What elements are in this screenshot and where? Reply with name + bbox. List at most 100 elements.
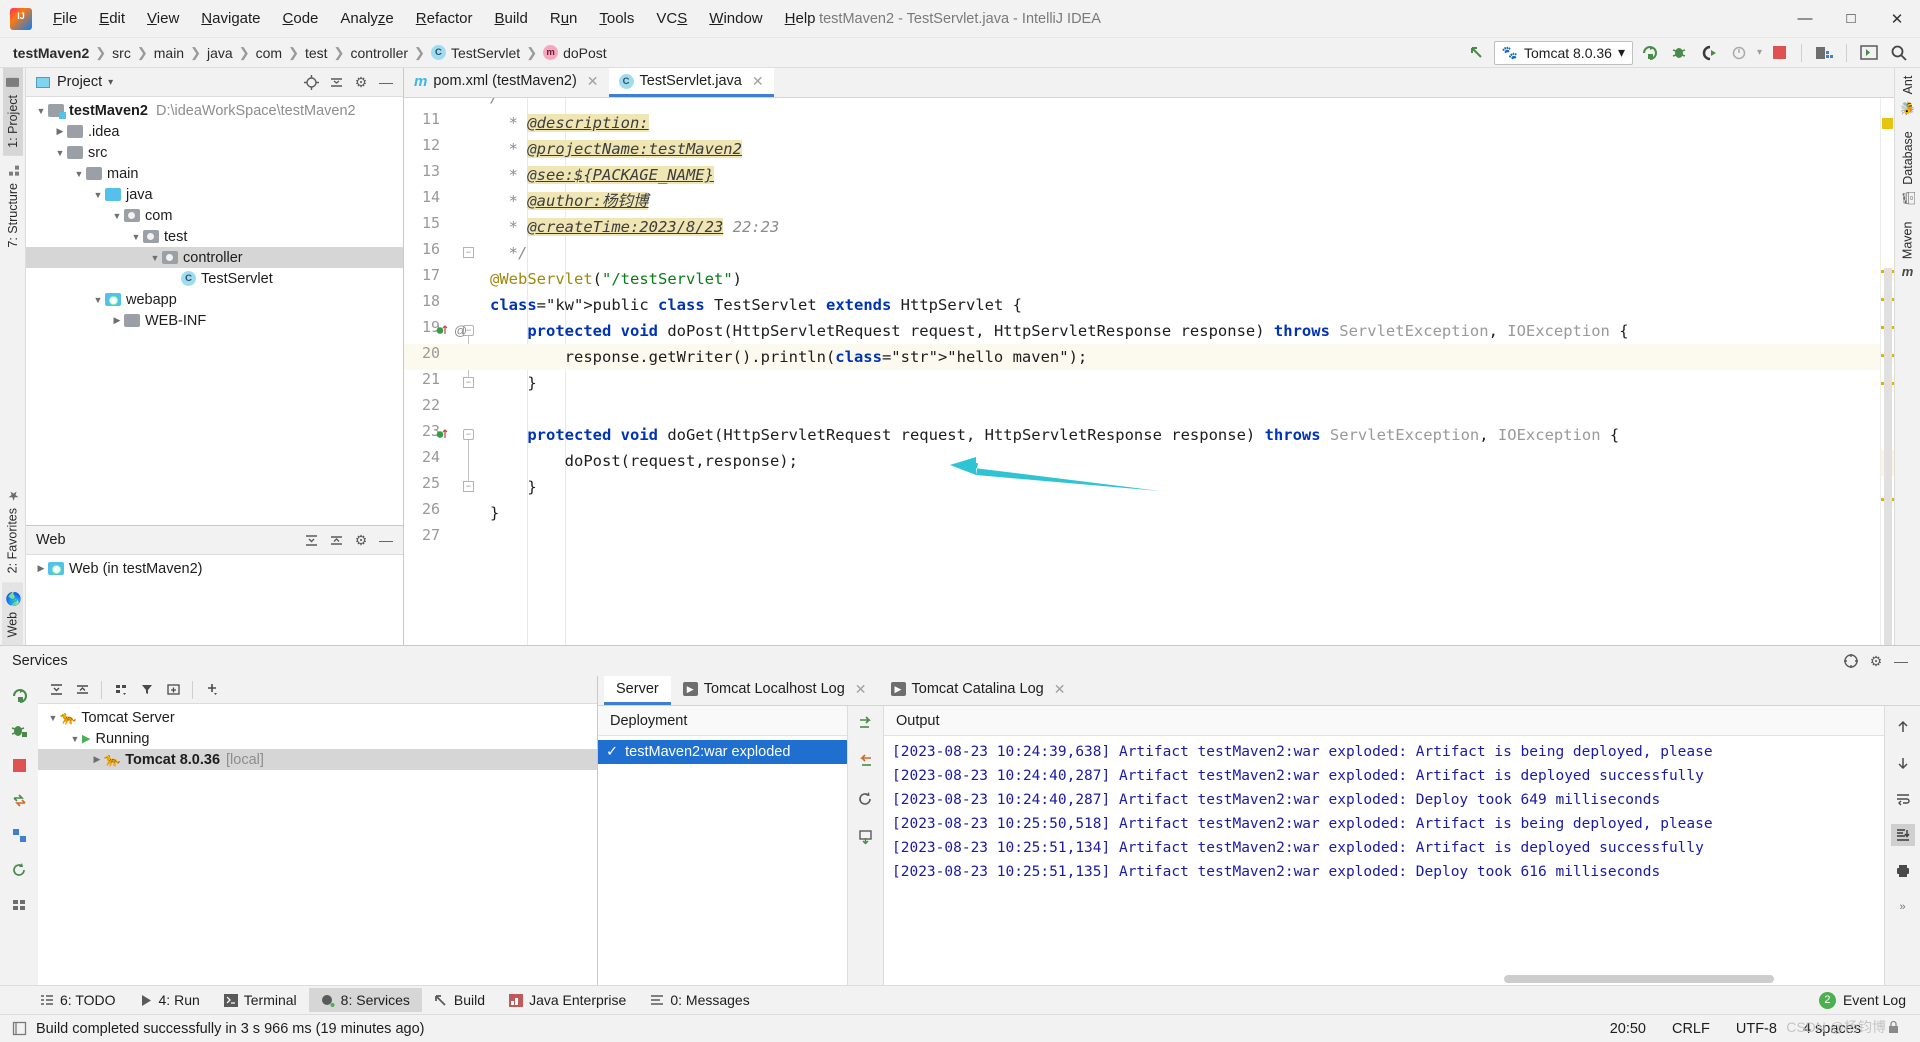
tree-row[interactable]: ▼ com — [26, 205, 403, 226]
maximize-button[interactable]: □ — [1828, 0, 1874, 37]
fold-marker[interactable]: − — [463, 481, 474, 492]
chevron-right-icon[interactable]: ▶ — [110, 315, 124, 326]
fold-marker[interactable]: − — [463, 429, 474, 440]
sidebar-item-maven[interactable]: m Maven — [1897, 214, 1918, 285]
tree-row[interactable]: ▶ Web (in testMaven2) — [26, 558, 403, 579]
search-icon[interactable] — [1886, 41, 1912, 65]
sidebar-item-ant[interactable]: 🐝 Ant — [1898, 68, 1918, 123]
undeploy-artifact-icon[interactable] — [854, 750, 878, 772]
output-log[interactable]: [2023-08-23 10:24:39,638] Artifact testM… — [884, 736, 1884, 973]
tool-window-run[interactable]: 4: Run — [128, 988, 212, 1012]
up-icon[interactable] — [1891, 716, 1915, 738]
updates-icon[interactable] — [1811, 41, 1837, 65]
close-icon[interactable]: ✕ — [1054, 681, 1066, 698]
collapse-all-icon[interactable] — [325, 529, 347, 551]
editor-gutter[interactable]: 10111213141516−171819−@2021−2223−2425−26… — [404, 98, 482, 645]
project-tree[interactable]: ▼ testMaven2 D:\ideaWorkSpace\testMaven2 ▶.… — [26, 97, 403, 525]
tab-testservlet-java[interactable]: C TestServlet.java ✕ — [608, 68, 774, 97]
menu-help[interactable]: Help — [774, 6, 827, 31]
chevron-down-icon[interactable]: ▾ — [1757, 47, 1762, 58]
redeploy-icon[interactable] — [854, 788, 878, 810]
breadcrumb-item-com[interactable]: com — [251, 44, 287, 62]
sidebar-item-structure[interactable]: 7: Structure — [3, 156, 23, 256]
menu-refactor[interactable]: Refactor — [405, 6, 484, 31]
tree-row[interactable]: ▶ WEB-INF — [26, 310, 403, 331]
deployment-list[interactable]: ✓ testMaven2:war exploded — [598, 736, 847, 985]
close-icon[interactable]: ✕ — [587, 73, 599, 90]
menu-file[interactable]: File — [42, 6, 88, 31]
run-icon[interactable] — [1637, 41, 1663, 65]
event-log-label[interactable]: Event Log — [1843, 992, 1906, 1008]
gear-icon[interactable]: ⚙ — [350, 71, 372, 93]
down-icon[interactable] — [1891, 752, 1915, 774]
close-button[interactable]: ✕ — [1874, 0, 1920, 37]
list-item[interactable]: ✓ testMaven2:war exploded — [598, 740, 847, 764]
menu-edit[interactable]: Edit — [88, 6, 136, 31]
terminal-icon[interactable] — [1856, 41, 1882, 65]
breadcrumb-item-test[interactable]: test — [300, 44, 333, 62]
tree-row[interactable]: ▼ ▶ Running — [38, 728, 597, 749]
code-editor[interactable]: 10111213141516−171819−@2021−2223−2425−26… — [404, 98, 1894, 645]
hide-icon[interactable]: — — [375, 529, 397, 551]
menu-tools[interactable]: Tools — [588, 6, 645, 31]
line-separator-indicator[interactable]: CRLF — [1672, 1021, 1710, 1037]
help-icon[interactable] — [1840, 650, 1862, 672]
sidebar-item-project[interactable]: 1: Project — [2, 68, 23, 156]
chevron-down-icon[interactable]: ▾ — [108, 77, 113, 88]
tool-window-messages[interactable]: 0: Messages — [638, 988, 761, 1012]
locate-icon[interactable] — [300, 71, 322, 93]
encoding-indicator[interactable]: UTF-8 — [1736, 1021, 1777, 1037]
stop-icon[interactable] — [1766, 41, 1792, 65]
chevron-down-icon[interactable]: ▼ — [34, 106, 48, 116]
new-tab-icon[interactable] — [161, 679, 185, 701]
hide-icon[interactable]: — — [375, 71, 397, 93]
chevron-down-icon[interactable]: ▼ — [46, 713, 60, 723]
breadcrumb-item-project[interactable]: testMaven2 — [8, 44, 94, 62]
services-tree[interactable]: ▼ 🐆 Tomcat Server ▼ ▶ Running ▶ 🐆 Tomcat 8.0.36[… — [38, 704, 597, 985]
breadcrumb-item-java[interactable]: java — [202, 44, 238, 62]
tool-window-java-enterprise[interactable]: Java Enterprise — [497, 988, 638, 1012]
chevron-down-icon[interactable]: ▼ — [129, 232, 143, 242]
scroll-to-end-icon[interactable] — [1890, 824, 1915, 846]
tree-row[interactable]: C TestServlet — [26, 268, 403, 289]
expand-all-icon[interactable] — [44, 679, 68, 701]
build-icon[interactable] — [1464, 41, 1490, 65]
stop-icon[interactable] — [8, 754, 30, 776]
chevron-down-icon[interactable]: ▼ — [53, 148, 67, 158]
refresh-icon[interactable] — [8, 859, 30, 881]
menu-navigate[interactable]: Navigate — [190, 6, 271, 31]
tab-tomcat-catalina-log[interactable]: ▶ Tomcat Catalina Log ✕ — [879, 676, 1078, 705]
chevron-right-icon[interactable]: ▶ — [90, 754, 104, 765]
debug-icon[interactable] — [1667, 41, 1693, 65]
breadcrumb-item-controller[interactable]: controller — [345, 44, 413, 62]
menu-build[interactable]: Build — [483, 6, 538, 31]
add-icon[interactable] — [200, 679, 224, 701]
run-with-coverage-icon[interactable] — [1697, 41, 1723, 65]
tree-row[interactable]: ▶ 🐆 Tomcat 8.0.36 [local] — [38, 749, 597, 770]
grid-icon[interactable] — [8, 894, 30, 916]
lock-icon[interactable] — [1887, 1020, 1900, 1038]
chevron-right-icon[interactable]: ▶ — [53, 126, 67, 137]
deploy-icon[interactable] — [8, 824, 30, 846]
tab-pom-xml[interactable]: m pom.xml (testMaven2) ✕ — [404, 68, 609, 97]
expand-all-icon[interactable] — [300, 529, 322, 551]
update-icon[interactable] — [854, 826, 878, 848]
tool-window-services[interactable]: 8: Services — [308, 988, 422, 1012]
sidebar-item-favorites[interactable]: 2: Favorites ★ — [2, 479, 23, 581]
chevron-down-icon[interactable]: ▼ — [91, 295, 105, 305]
print-icon[interactable] — [1891, 860, 1915, 882]
hide-icon[interactable]: — — [1890, 650, 1912, 672]
breadcrumb-item-src[interactable]: src — [107, 44, 136, 62]
tree-row[interactable]: ▼ 🐆 Tomcat Server — [38, 707, 597, 728]
menu-vcs[interactable]: VCS — [645, 6, 698, 31]
deploy-artifact-icon[interactable] — [854, 712, 878, 734]
menu-analyze[interactable]: Analyze — [329, 6, 404, 31]
group-icon[interactable] — [109, 679, 133, 701]
menu-run[interactable]: Run — [539, 6, 589, 31]
tree-row[interactable]: ▼ testMaven2 D:\ideaWorkSpace\testMaven2 — [26, 100, 403, 121]
chevron-down-icon[interactable]: ▼ — [91, 190, 105, 200]
menu-code[interactable]: Code — [272, 6, 330, 31]
collapse-all-icon[interactable] — [70, 679, 94, 701]
breadcrumb-item-class[interactable]: C TestServlet — [426, 44, 525, 62]
breadcrumb-item-method[interactable]: m doPost — [538, 44, 612, 62]
